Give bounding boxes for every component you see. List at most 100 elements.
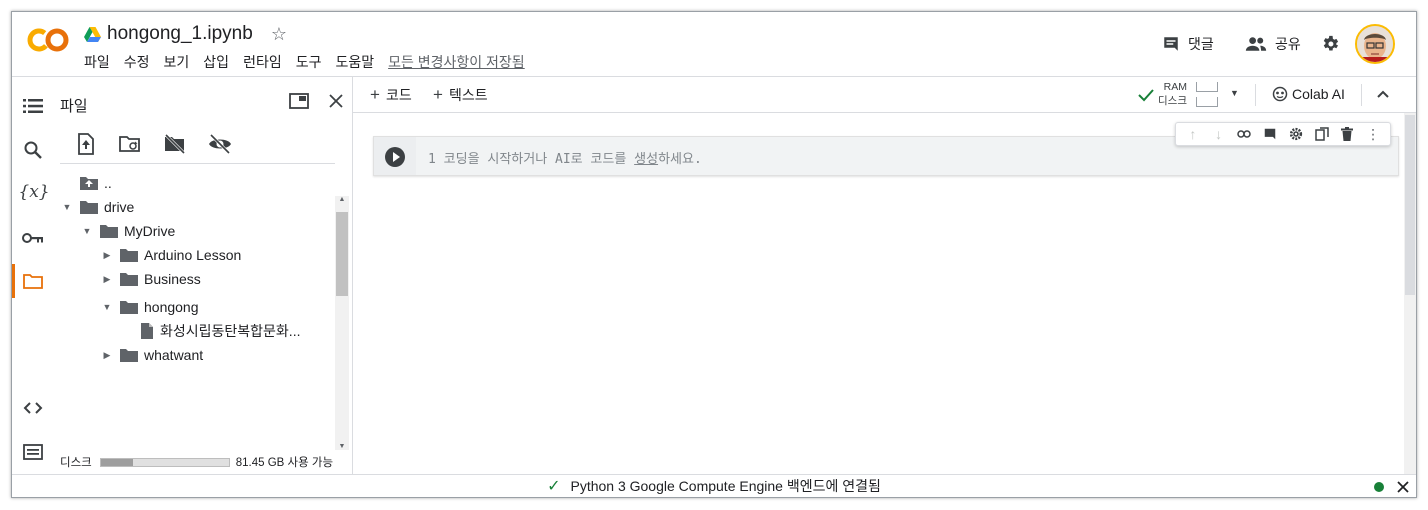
scroll-up-arrow-icon[interactable]: ▲ (335, 196, 349, 203)
tree-item-label: Business (144, 271, 201, 287)
ram-meter (1196, 82, 1218, 92)
notebook-title[interactable]: hongong_1.ipynb (107, 23, 253, 45)
connection-dot-icon (1374, 482, 1384, 492)
menu-runtime[interactable]: 런타임 (243, 52, 282, 72)
tree-item-file[interactable]: 화성시립동탄복합문화... (140, 320, 300, 342)
settings-gear-icon[interactable] (1321, 34, 1341, 54)
variables-icon[interactable]: {x} (18, 180, 49, 204)
colab-ai-button[interactable]: Colab AI (1272, 86, 1345, 102)
generate-link[interactable]: 생성 (634, 152, 658, 167)
runtime-dropdown-icon[interactable]: ▼ (1230, 88, 1239, 98)
tree-item-label: .. (104, 175, 112, 191)
add-text-button[interactable]: + 텍스트 (433, 85, 488, 105)
scroll-down-arrow-icon[interactable]: ▼ (335, 443, 349, 450)
menu-view[interactable]: 보기 (164, 52, 190, 72)
unmount-drive-icon[interactable] (163, 132, 187, 156)
search-icon[interactable] (21, 138, 45, 162)
tree-item-whatwant[interactable]: ▶ whatwant (100, 344, 204, 366)
toolbar-bottom-divider (353, 112, 1416, 113)
panel-divider (352, 77, 353, 474)
panel-scrollbar[interactable]: ▲ ▼ (335, 196, 349, 450)
menu-file[interactable]: 파일 (84, 52, 110, 72)
tree-item-label: MyDrive (124, 223, 176, 239)
move-cell-up-icon[interactable]: ↑ (1185, 126, 1201, 142)
toolbar-divider (1361, 84, 1362, 106)
folder-icon (120, 349, 138, 362)
link-icon[interactable] (1236, 126, 1252, 142)
menu-help[interactable]: 도움말 (335, 52, 374, 72)
folder-icon (120, 273, 138, 286)
caret-down-icon[interactable]: ▼ (60, 202, 74, 212)
cell-settings-gear-icon[interactable] (1288, 126, 1304, 142)
cell-placeholder-after: 하세요. (658, 152, 702, 167)
tree-item-label: hongong (144, 299, 199, 315)
move-cell-down-icon[interactable]: ↓ (1211, 126, 1227, 142)
menu-tools[interactable]: 도구 (296, 52, 322, 72)
storage-bar-fill (100, 458, 133, 466)
cell-toolbar: ↑ ↓ ⋮ (1175, 122, 1391, 146)
resource-monitor[interactable]: RAM 디스크 (1158, 80, 1187, 108)
close-status-icon[interactable] (1397, 481, 1409, 493)
comments-button[interactable]: 댓글 (1162, 34, 1214, 54)
tree-item-business[interactable]: ▶ Business (100, 268, 201, 290)
plus-icon: + (370, 85, 380, 104)
tree-item-drive[interactable]: ▼ drive (60, 196, 135, 218)
comments-label: 댓글 (1188, 36, 1214, 52)
files-panel-title: 파일 (60, 98, 88, 115)
cell-gutter (374, 137, 416, 175)
tree-item-arduino-lesson[interactable]: ▶ Arduino Lesson (100, 244, 242, 266)
caret-right-icon[interactable]: ▶ (100, 274, 114, 285)
tree-item-parent[interactable]: .. (60, 172, 112, 194)
menu-insert[interactable]: 삽입 (203, 52, 229, 72)
avatar-face-icon (1357, 26, 1393, 62)
open-in-tab-icon[interactable] (289, 93, 309, 109)
share-label: 공유 (1275, 36, 1301, 52)
people-icon (1245, 37, 1267, 51)
toolbar-divider (1255, 84, 1256, 106)
delete-cell-icon[interactable] (1339, 126, 1355, 142)
upload-file-icon[interactable] (74, 132, 98, 156)
close-panel-icon[interactable] (328, 93, 344, 109)
collapse-chevron-up-icon[interactable] (1376, 89, 1390, 99)
comment-cell-icon[interactable] (1262, 126, 1278, 142)
file-toolbar-divider (60, 163, 335, 164)
disk-meter (1196, 97, 1218, 107)
ram-label: RAM (1163, 81, 1187, 93)
add-code-button[interactable]: + 코드 (370, 85, 412, 105)
menu-edit[interactable]: 수정 (124, 52, 150, 72)
folder-up-icon (80, 177, 98, 190)
share-button[interactable]: 공유 (1245, 34, 1301, 54)
save-status-link[interactable]: 모든 변경사항이 저장됨 (388, 52, 525, 72)
tree-item-hongong[interactable]: ▼ hongong (100, 296, 199, 318)
cell-editor[interactable]: 1 코딩을 시작하거나 AI로 코드를 생성하세요. (428, 148, 702, 167)
files-folder-icon[interactable] (21, 269, 45, 293)
add-code-label: 코드 (385, 87, 412, 103)
user-avatar[interactable] (1355, 24, 1395, 64)
table-of-contents-icon[interactable] (21, 94, 45, 118)
caret-right-icon[interactable]: ▶ (100, 350, 114, 361)
comment-icon (1164, 37, 1178, 51)
code-snippets-icon[interactable] (21, 396, 45, 420)
refresh-folder-icon[interactable] (118, 132, 142, 156)
run-cell-play-icon[interactable] (385, 147, 405, 167)
secrets-key-icon[interactable] (21, 226, 45, 250)
folder-icon (100, 225, 118, 238)
notebook-scrollbar-thumb[interactable] (1405, 115, 1415, 295)
notebook-scrollbar[interactable] (1404, 113, 1416, 474)
add-text-label: 텍스트 (448, 87, 488, 103)
tree-item-label: drive (104, 199, 135, 215)
status-bar: ✓ Python 3 Google Compute Engine 백엔드에 연결… (12, 474, 1416, 497)
caret-down-icon[interactable]: ▼ (100, 302, 114, 312)
colab-logo[interactable] (26, 26, 70, 54)
panel-scrollbar-thumb[interactable] (336, 212, 348, 296)
caret-right-icon[interactable]: ▶ (100, 250, 114, 261)
tree-item-mydrive[interactable]: ▼ MyDrive (80, 220, 176, 242)
caret-down-icon[interactable]: ▼ (80, 226, 94, 236)
command-palette-icon[interactable] (21, 440, 45, 464)
mirror-cell-icon[interactable] (1314, 126, 1330, 142)
disk-storage-indicator: 디스크 81.45 GB 사용 가능 (60, 454, 333, 470)
more-vert-icon[interactable]: ⋮ (1365, 126, 1381, 142)
star-icon[interactable]: ☆ (271, 24, 287, 45)
google-drive-icon[interactable] (84, 26, 101, 42)
hide-hidden-files-icon[interactable] (208, 132, 232, 156)
